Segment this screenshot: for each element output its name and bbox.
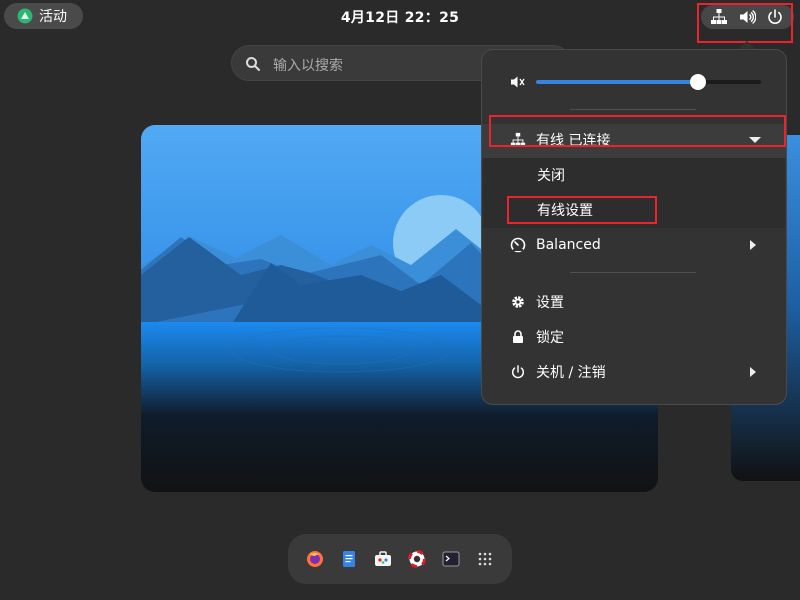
- activities-button[interactable]: 活动: [4, 3, 83, 29]
- system-menu: 有线 已连接 关闭 有线设置 Balanced 设置 锁定 关机 / 注销: [481, 49, 787, 405]
- software-icon[interactable]: [373, 549, 393, 569]
- volume-slider-fill: [536, 80, 698, 84]
- lock-item[interactable]: 锁定: [482, 321, 786, 353]
- volume-slider-knob[interactable]: [690, 74, 706, 90]
- status-area-highlight: [697, 3, 793, 43]
- help-icon[interactable]: [407, 549, 427, 569]
- gear-icon: [510, 294, 526, 310]
- search-placeholder: 输入以搜索: [273, 58, 343, 74]
- app-grid-icon[interactable]: [475, 549, 495, 569]
- search-icon: [245, 56, 261, 72]
- volume-muted-icon[interactable]: [510, 74, 526, 90]
- separator: [570, 272, 696, 273]
- chevron-right-icon: [750, 240, 756, 250]
- text-editor-icon[interactable]: [339, 549, 359, 569]
- power-mode-item[interactable]: Balanced: [482, 229, 786, 261]
- settings-label: 设置: [536, 295, 564, 311]
- separator: [570, 109, 696, 110]
- dash: [288, 534, 512, 584]
- terminal-icon[interactable]: [441, 549, 461, 569]
- power-profile-icon: [510, 237, 526, 253]
- lock-icon: [510, 329, 526, 345]
- volume-slider[interactable]: [536, 74, 761, 90]
- power-off-label: 关机 / 注销: [536, 365, 606, 381]
- power-off-item[interactable]: 关机 / 注销: [482, 356, 786, 388]
- chevron-right-icon: [750, 367, 756, 377]
- wired-off-label: 关闭: [537, 168, 565, 184]
- distro-logo-icon: [17, 8, 33, 24]
- power-mode-label: Balanced: [536, 237, 601, 253]
- settings-item[interactable]: 设置: [482, 286, 786, 318]
- activities-label: 活动: [39, 9, 67, 25]
- clock[interactable]: 4月12日 22：25: [300, 7, 500, 27]
- top-bar: 活动 4月12日 22：25: [0, 0, 800, 43]
- lock-label: 锁定: [536, 330, 564, 346]
- power-icon: [510, 364, 526, 380]
- firefox-icon[interactable]: [305, 549, 325, 569]
- wired-off-item[interactable]: 关闭: [483, 159, 787, 191]
- wired-network-highlight: [489, 115, 786, 147]
- wired-settings-highlight: [507, 196, 657, 224]
